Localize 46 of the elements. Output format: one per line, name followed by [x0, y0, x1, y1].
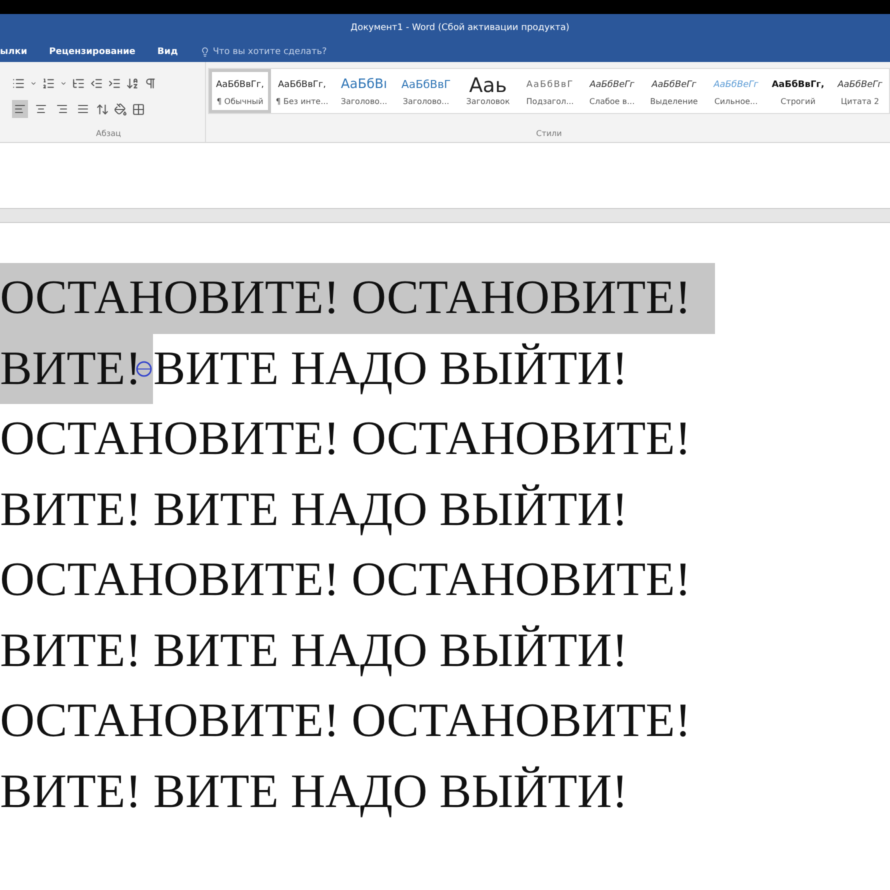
style-item[interactable]: АаБбВеГг Сильное... [705, 69, 767, 113]
style-item[interactable]: АаБбВвГ Заголово... [395, 69, 457, 113]
bullets-icon[interactable] [12, 76, 25, 90]
line-spacing-icon[interactable] [96, 102, 109, 116]
style-item[interactable]: АаБбВеГг Цитата 2 [829, 69, 890, 113]
pilcrow-icon[interactable] [144, 76, 157, 90]
group-label: Стили [536, 129, 562, 138]
ribbon-tab[interactable]: ылки [0, 44, 28, 60]
style-item[interactable]: АаБбВвГ Подзагол... [519, 69, 581, 113]
document-text: ОСТАНОВИТЕ! ОСТАНОВИТЕ! [0, 552, 691, 608]
style-item[interactable]: Ааь Заголовок [457, 69, 519, 113]
multilevel-list-icon[interactable] [72, 76, 85, 90]
sort-icon[interactable] [126, 76, 139, 90]
ribbon-tab[interactable]: Вид [157, 44, 178, 60]
borders-icon[interactable] [132, 102, 145, 116]
tell-me-field[interactable]: Что вы хотите сделать? [200, 46, 327, 56]
document-text: ВИТЕ! ВИТЕ НАДО ВЫЙТИ! [0, 764, 628, 820]
style-item[interactable]: АаБбВеГг Выделение [643, 69, 705, 113]
numbering-icon[interactable] [42, 76, 55, 90]
style-item[interactable]: АаБбВвГг, Строгий [767, 69, 829, 113]
align-icon [35, 103, 47, 115]
style-item[interactable]: АаБбВеГг Слабое в... [581, 69, 643, 113]
align-icon [77, 103, 89, 115]
shading-icon[interactable] [114, 102, 127, 116]
document-text: ОСТАНОВИТЕ! ОСТАНОВИТЕ! [0, 693, 691, 749]
ribbon-tab[interactable]: Рецензирование [49, 44, 136, 60]
style-item[interactable]: АаБбВвГг, ¶ Обычный [209, 69, 271, 113]
document-text: ОСТАНОВИТЕ! ОСТАНОВИТЕ! [0, 411, 691, 467]
window-title: Документ1 - Word (Сбой активации продукта) [350, 22, 570, 32]
cursor-icon [135, 360, 153, 378]
align-icon [56, 103, 68, 115]
group-label: Абзац [96, 129, 121, 138]
document-text: ВИТЕ! ВИТЕ НАДО ВЫЙТИ! [0, 482, 628, 538]
lightbulb-icon [200, 46, 210, 56]
document-text: ВИТЕ НАДО ВЫЙТИ! [153, 340, 628, 396]
style-item[interactable]: АаБбВвГг, ¶ Без инте... [271, 69, 333, 113]
document-text: ВИТЕ! ВИТЕ НАДО ВЫЙТИ! [0, 622, 628, 678]
align-icon [14, 103, 26, 115]
style-item[interactable]: АаБбВı Заголово... [333, 69, 395, 113]
caret-icon[interactable] [60, 80, 67, 86]
document-text: ОСТАНОВИТЕ! ОСТАНОВИТЕ! [0, 263, 715, 334]
decrease-indent-icon[interactable] [90, 76, 103, 90]
caret-icon[interactable] [30, 80, 37, 86]
align-button[interactable] [12, 100, 28, 118]
document-text: ВИТЕ! [0, 334, 154, 404]
increase-indent-icon[interactable] [108, 76, 121, 90]
